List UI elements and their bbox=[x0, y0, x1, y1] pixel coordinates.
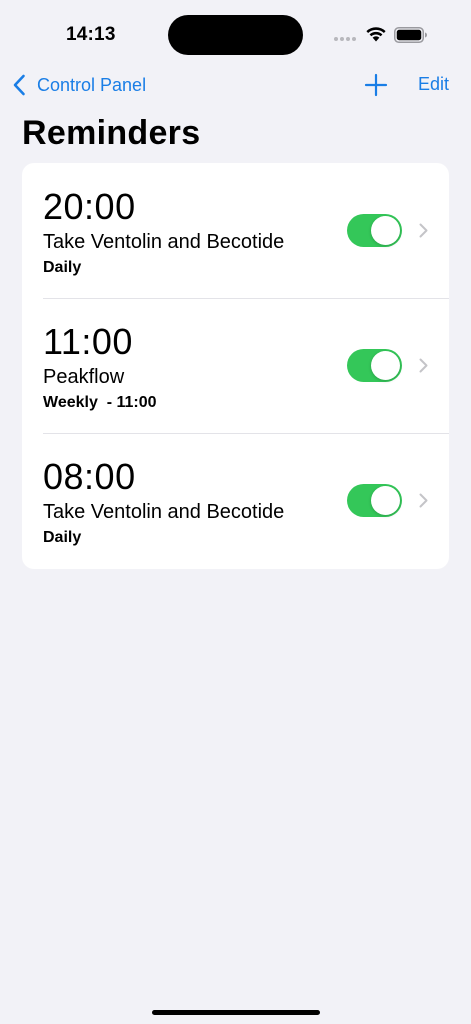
chevron-right-icon bbox=[419, 223, 428, 238]
back-button-label: Control Panel bbox=[37, 74, 147, 95]
reminder-time: 20:00 bbox=[43, 186, 136, 227]
status-time: 14:13 bbox=[66, 24, 116, 45]
chevron-right-icon bbox=[419, 358, 428, 373]
reminder-toggle[interactable] bbox=[347, 349, 402, 382]
reminder-toggle[interactable] bbox=[347, 484, 402, 517]
navigation-bar: Control Panel Edit bbox=[0, 64, 471, 108]
dynamic-island bbox=[168, 15, 303, 55]
reminders-screen: 14:13 Control Panel Edit Reminders 20:00… bbox=[0, 0, 471, 1024]
reminder-frequency: Daily bbox=[43, 259, 82, 276]
cellular-signal-icon bbox=[334, 37, 356, 41]
toggle-knob bbox=[371, 486, 400, 515]
reminder-title: Peakflow bbox=[43, 366, 125, 388]
home-indicator[interactable] bbox=[152, 1010, 320, 1015]
reminder-time: 08:00 bbox=[43, 456, 136, 497]
toggle-knob bbox=[371, 216, 400, 245]
reminders-list: 20:00 Take Ventolin and Becotide Daily 1… bbox=[22, 163, 449, 569]
reminder-row[interactable]: 20:00 Take Ventolin and Becotide Daily bbox=[22, 163, 449, 298]
chevron-right-icon bbox=[419, 493, 428, 508]
reminder-frequency: Weekly - 11:00 bbox=[43, 394, 157, 411]
reminder-time: 11:00 bbox=[43, 321, 133, 362]
reminder-toggle[interactable] bbox=[347, 214, 402, 247]
wifi-icon bbox=[366, 27, 386, 42]
add-reminder-button[interactable] bbox=[364, 73, 388, 97]
back-button[interactable]: Control Panel bbox=[12, 72, 146, 98]
page-title: Reminders bbox=[22, 114, 201, 152]
toggle-knob bbox=[371, 351, 400, 380]
chevron-left-icon bbox=[13, 74, 25, 96]
reminder-title: Take Ventolin and Becotide bbox=[43, 231, 285, 253]
battery-icon bbox=[394, 27, 427, 43]
reminder-title: Take Ventolin and Becotide bbox=[43, 501, 285, 523]
reminder-row[interactable]: 11:00 Peakflow Weekly - 11:00 bbox=[22, 298, 449, 433]
status-bar: 14:13 bbox=[0, 0, 471, 70]
reminder-frequency: Daily bbox=[43, 529, 82, 546]
reminder-row[interactable]: 08:00 Take Ventolin and Becotide Daily bbox=[22, 433, 449, 568]
edit-button[interactable]: Edit bbox=[418, 74, 449, 95]
